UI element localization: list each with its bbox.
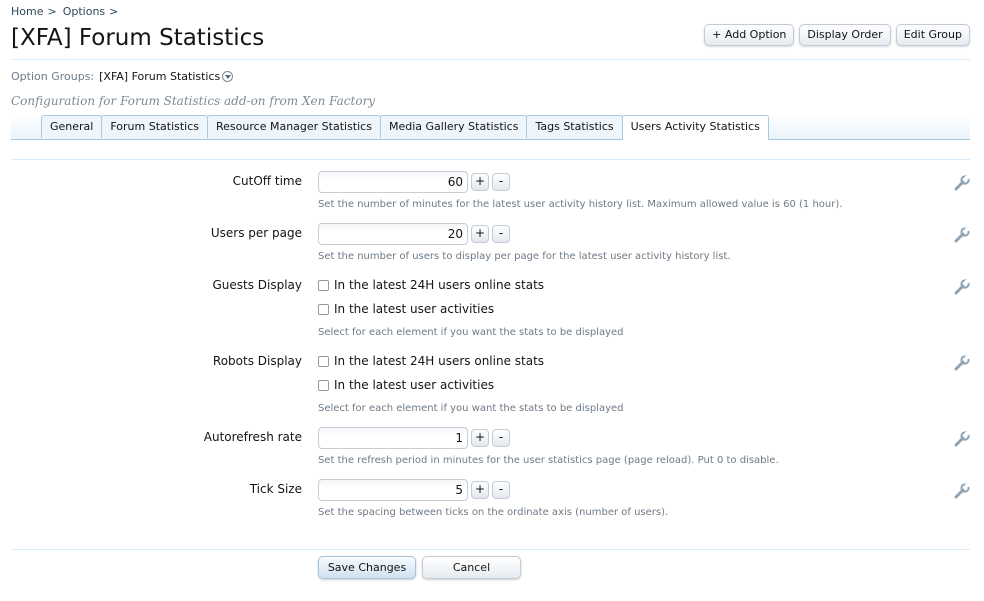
autorefresh-rate-hint: Set the refresh period in minutes for th… [318, 455, 779, 466]
tab-resource-manager-statistics[interactable]: Resource Manager Statistics [207, 115, 381, 138]
decrement-button[interactable]: - [492, 173, 510, 191]
checkbox[interactable] [318, 279, 329, 291]
option-groups-label: Option Groups: [11, 70, 95, 83]
checkbox-label[interactable]: In the latest user activities [334, 378, 494, 392]
guests-24h-checkbox-row[interactable]: In the latest 24H users online stats [318, 278, 544, 292]
tab-media-gallery-statistics[interactable]: Media Gallery Statistics [379, 115, 528, 138]
option-groups: Option Groups: [XFA] Forum Statistics [11, 70, 234, 83]
checkbox[interactable] [318, 355, 329, 367]
wrench-icon[interactable] [953, 354, 971, 372]
users-per-page-stepper: 20 + - [318, 223, 510, 245]
users-per-page-label: Users per page [210, 226, 302, 240]
display-order-button[interactable]: Display Order [799, 24, 891, 46]
tab-tags-statistics[interactable]: Tags Statistics [526, 115, 623, 138]
robots-24h-checkbox-row[interactable]: In the latest 24H users online stats [318, 354, 544, 368]
save-changes-button[interactable]: Save Changes [318, 556, 416, 579]
checkbox-label[interactable]: In the latest user activities [334, 302, 494, 316]
page-title: [XFA] Forum Statistics [11, 25, 265, 51]
increment-button[interactable]: + [471, 225, 489, 243]
robots-activities-checkbox-row[interactable]: In the latest user activities [318, 378, 494, 392]
tick-size-hint: Set the spacing between ticks on the ord… [318, 507, 669, 518]
cutoff-time-stepper: 60 + - [318, 171, 510, 193]
divider [11, 59, 970, 60]
robots-display-label: Robots Display [212, 354, 302, 368]
tick-size-input[interactable]: 5 [318, 479, 468, 501]
add-option-button[interactable]: + Add Option [704, 24, 795, 46]
chevron-down-circle-icon[interactable] [222, 71, 234, 82]
checkbox[interactable] [318, 379, 329, 391]
cutoff-time-hint: Set the number of minutes for the latest… [318, 199, 843, 210]
increment-button[interactable]: + [471, 173, 489, 191]
checkbox[interactable] [318, 303, 329, 315]
users-per-page-hint: Set the number of users to display per p… [318, 251, 731, 262]
cutoff-time-input[interactable]: 60 [318, 171, 468, 193]
cancel-button[interactable]: Cancel [422, 556, 521, 579]
decrement-button[interactable]: - [492, 429, 510, 447]
breadcrumb-home[interactable]: Home [11, 5, 43, 18]
breadcrumb-separator: > [47, 5, 57, 18]
guests-display-label: Guests Display [212, 278, 302, 292]
checkbox-label[interactable]: In the latest 24H users online stats [334, 354, 544, 368]
guests-activities-checkbox-row[interactable]: In the latest user activities [318, 302, 494, 316]
wrench-icon[interactable] [953, 174, 971, 192]
tab-forum-statistics[interactable]: Forum Statistics [101, 115, 209, 138]
increment-button[interactable]: + [471, 481, 489, 499]
autorefresh-rate-input[interactable]: 1 [318, 427, 468, 449]
robots-display-hint: Select for each element if you want the … [318, 403, 624, 414]
edit-group-button[interactable]: Edit Group [895, 24, 970, 46]
breadcrumb: Home > Options > [11, 5, 124, 18]
tab-bar: General Forum Statistics Resource Manage… [11, 115, 970, 140]
guests-display-hint: Select for each element if you want the … [318, 327, 624, 338]
top-toolbar: + Add Option Display Order Edit Group [704, 24, 970, 46]
autorefresh-rate-label: Autorefresh rate [203, 430, 302, 444]
breadcrumb-options[interactable]: Options [63, 5, 105, 18]
divider [11, 159, 970, 160]
group-description: Configuration for Forum Statistics add-o… [11, 94, 376, 108]
decrement-button[interactable]: - [492, 225, 510, 243]
option-groups-value[interactable]: [XFA] Forum Statistics [99, 70, 220, 83]
tick-size-stepper: 5 + - [318, 479, 510, 501]
decrement-button[interactable]: - [492, 481, 510, 499]
cutoff-time-label: CutOff time [232, 174, 302, 188]
checkbox-label[interactable]: In the latest 24H users online stats [334, 278, 544, 292]
autorefresh-rate-stepper: 1 + - [318, 427, 510, 449]
wrench-icon[interactable] [953, 226, 971, 244]
divider [11, 549, 970, 550]
wrench-icon[interactable] [953, 278, 971, 296]
wrench-icon[interactable] [953, 482, 971, 500]
increment-button[interactable]: + [471, 429, 489, 447]
breadcrumb-separator: > [109, 5, 119, 18]
tick-size-label: Tick Size [249, 482, 302, 496]
users-per-page-input[interactable]: 20 [318, 223, 468, 245]
tab-general[interactable]: General [41, 115, 103, 138]
wrench-icon[interactable] [953, 430, 971, 448]
tab-users-activity-statistics[interactable]: Users Activity Statistics [621, 115, 769, 140]
